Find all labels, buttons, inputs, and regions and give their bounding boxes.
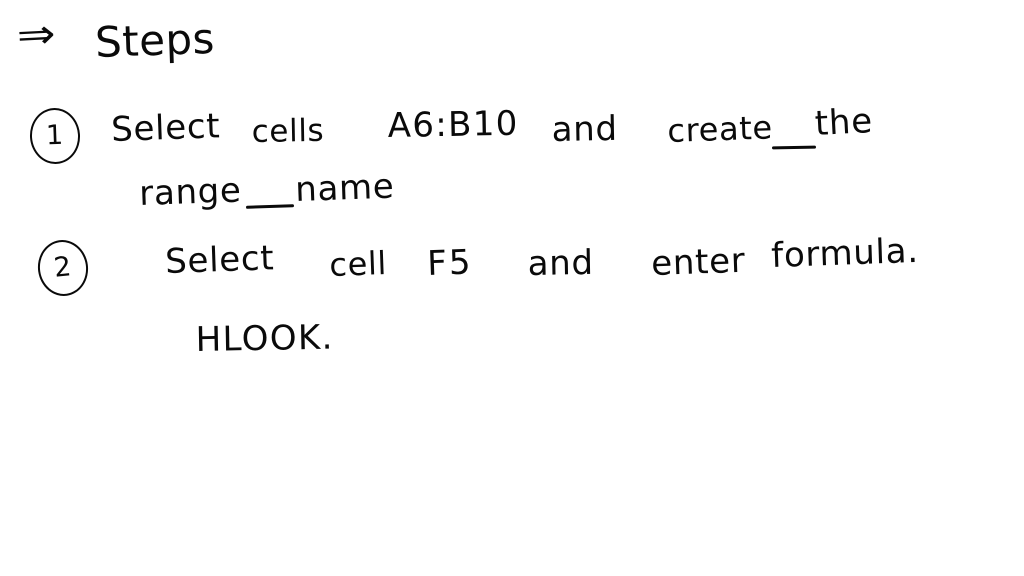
step-marker-2: 2 [34,236,92,300]
step1-word-and: and [551,108,619,150]
handwritten-note-page: ⇒ Steps 1 Select cells A6:B10 and create… [0,0,1024,576]
step2-cell-reference: F5 [426,242,474,284]
step-marker-1-numeral: 1 [45,119,65,151]
step1-word-select: Select [110,106,221,150]
step1-word-create: create [666,108,774,150]
step2-word-enter: enter [650,240,747,284]
step2-word-cell: cell [328,244,388,284]
step1-word-cells: cells [251,112,325,150]
step1-word-range: range [138,170,243,214]
step1-word-name: name [294,166,396,210]
step2-word-select: Select [164,238,275,282]
step2-word-and: and [527,242,595,284]
step1-cell-range-reference: A6:B10 [387,103,520,146]
page-title: Steps [94,13,216,68]
step1-word-the: the [813,101,874,144]
range-trailing-stroke [245,204,295,209]
step-marker-2-numeral: 2 [52,250,74,284]
step2-formula-name: HLOOK. [195,317,335,360]
double-arrow-icon: ⇒ [15,10,58,59]
step2-word-formula: formula. [770,230,920,276]
create-trailing-stroke [771,145,817,149]
step-marker-1: 1 [28,106,82,166]
